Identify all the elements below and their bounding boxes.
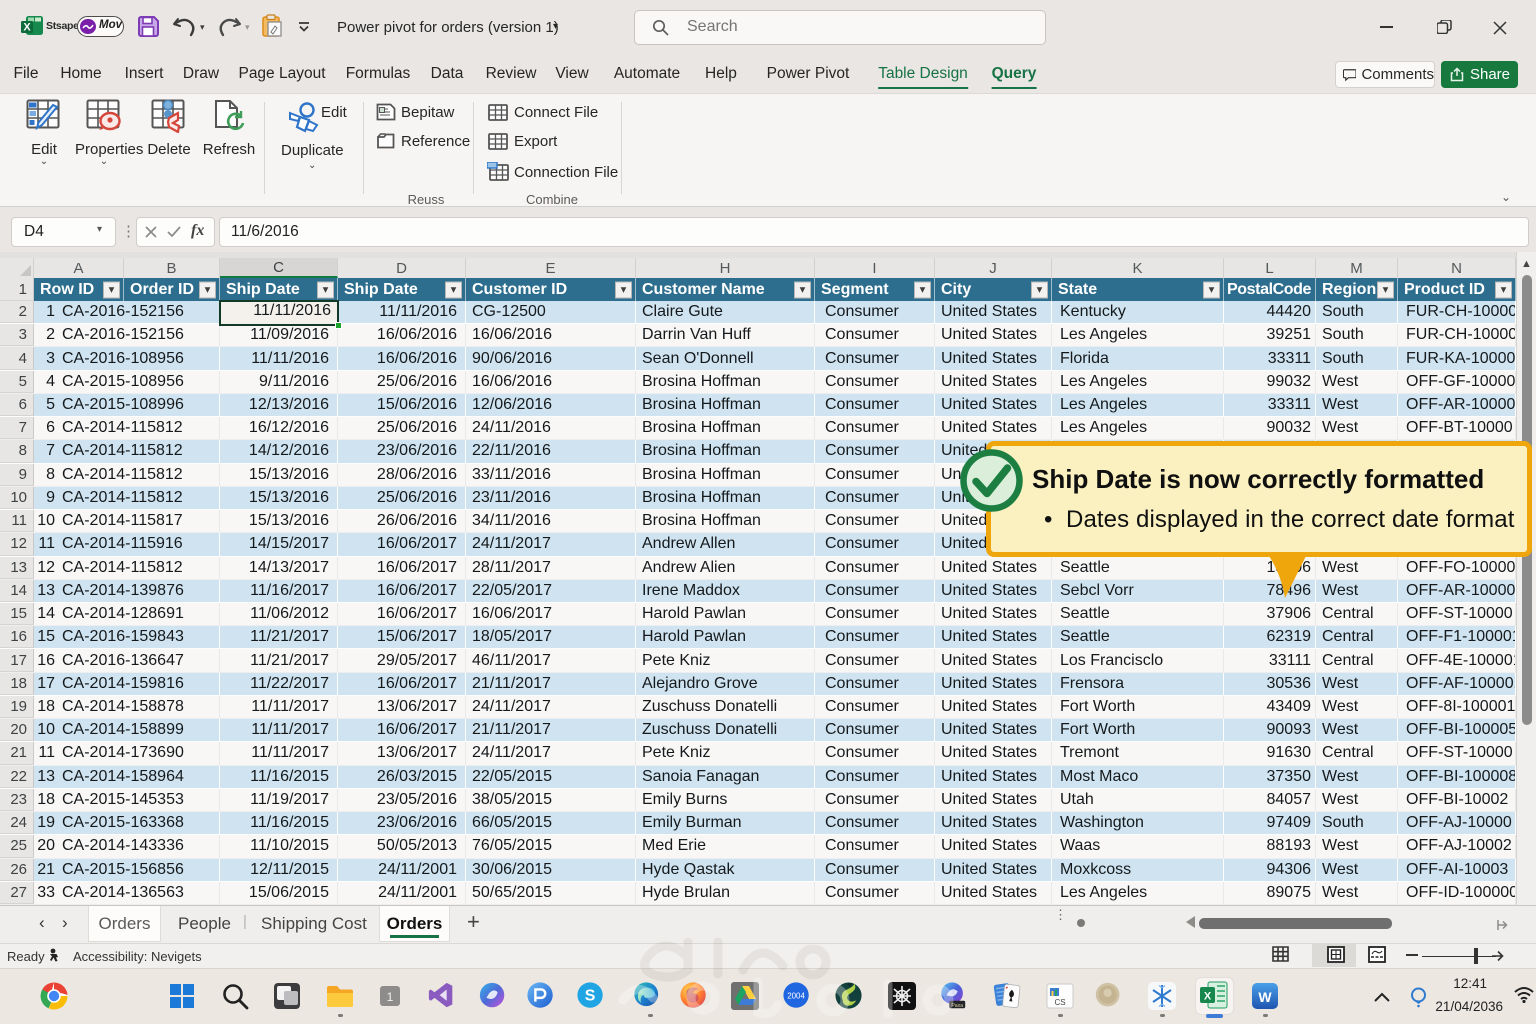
- svg-text:CS: CS: [1054, 998, 1065, 1007]
- svg-text:1: 1: [387, 990, 394, 1004]
- svg-text:2004: 2004: [787, 991, 805, 1000]
- svg-text:W: W: [1258, 989, 1272, 1005]
- svg-text:S: S: [585, 988, 596, 1005]
- svg-text:X: X: [1204, 991, 1212, 1003]
- svg-text:Paxa: Paxa: [951, 1003, 963, 1009]
